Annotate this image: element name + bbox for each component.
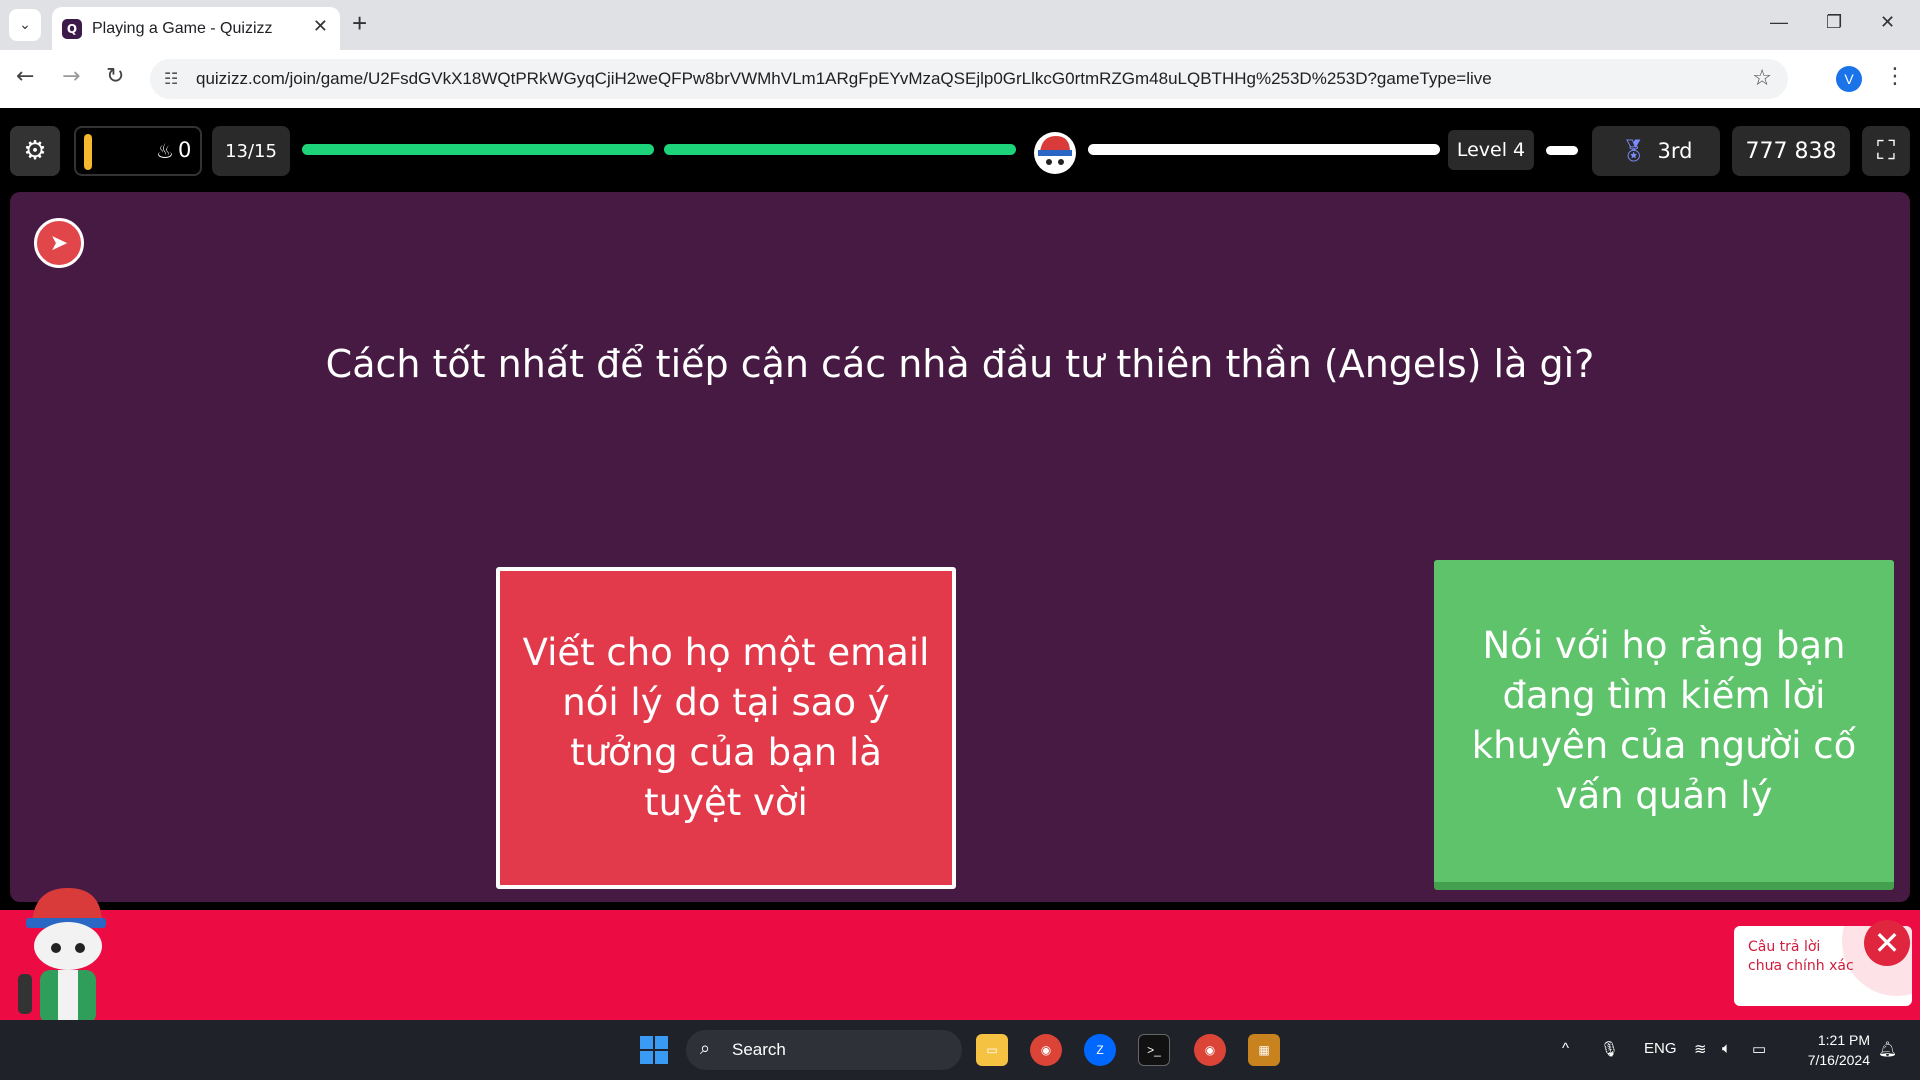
answer-option-correct[interactable]: Nói với họ rằng bạn đang tìm kiếm lời kh… xyxy=(1434,560,1894,890)
answer-option-selected-wrong[interactable]: Viết cho họ một email nói lý do tại sao … xyxy=(496,567,956,889)
question-panel: ➤ Cách tốt nhất để tiếp cận các nhà đầu … xyxy=(10,192,1910,915)
address-bar[interactable]: ☷ quizizz.com/join/game/U2FsdGVkX18WQtPR… xyxy=(150,59,1788,99)
bookmark-star-icon[interactable]: ☆ xyxy=(1752,66,1772,91)
game-header: ⚙ ♨ 0 13/15 Level 4 🏅︎ 3rd 777 838 ⛶ xyxy=(0,108,1920,190)
mascot-character-icon xyxy=(18,874,114,1024)
chrome-icon[interactable]: ◉ xyxy=(1030,1034,1062,1066)
rank-badge: 🏅︎ 3rd xyxy=(1592,126,1720,176)
battery-icon[interactable]: ▭ xyxy=(1752,1040,1766,1058)
powerup-icon[interactable]: ➤ xyxy=(34,218,84,268)
taskbar-search-label: Search xyxy=(732,1040,786,1059)
tab-title: Playing a Game - Quizizz xyxy=(92,19,273,37)
fullscreen-icon[interactable]: ⛶ xyxy=(1862,126,1910,176)
fire-icon: ♨ xyxy=(156,139,174,163)
progress-segment-3 xyxy=(1088,144,1440,155)
question-counter: 13/15 xyxy=(212,126,290,176)
incorrect-feedback-bar xyxy=(0,910,1920,1020)
browser-toolbar: ← → ↻ ☷ quizizz.com/join/game/U2FsdGVkX1… xyxy=(0,50,1920,108)
mascot-avatar-icon xyxy=(1034,132,1076,174)
microphone-icon[interactable]: 🎙︎ xyxy=(1600,1040,1619,1058)
back-arrow-icon[interactable]: ← xyxy=(16,64,34,89)
zalo-icon[interactable]: Z xyxy=(1084,1034,1116,1066)
wrong-x-icon: ✕ xyxy=(1864,920,1910,966)
restore-icon[interactable]: ❐ xyxy=(1826,12,1842,33)
browser-menu-icon[interactable]: ⋮ xyxy=(1884,64,1906,89)
progress-segment-1 xyxy=(302,144,654,155)
streak-meter xyxy=(84,134,92,170)
new-tab-button[interactable]: + xyxy=(352,8,367,39)
medal-icon: 🏅︎ xyxy=(1619,138,1648,164)
browser-tab-bar: ⌄ Q Playing a Game - Quizizz ✕ + — ❐ ✕ xyxy=(0,0,1920,50)
notification-bell-icon[interactable]: 🔔︎ xyxy=(1878,1040,1897,1058)
volume-icon[interactable]: 🔈︎ xyxy=(1722,1040,1731,1057)
terminal-icon[interactable]: >_ xyxy=(1138,1034,1170,1066)
reload-icon[interactable]: ↻ xyxy=(106,64,124,89)
url-text[interactable]: quizizz.com/join/game/U2FsdGVkX18WQtPRkW… xyxy=(196,69,1492,89)
clock-date: 7/16/2024 xyxy=(1807,1052,1870,1068)
level-progress-bar xyxy=(1546,146,1578,155)
language-indicator[interactable]: ENG xyxy=(1644,1040,1677,1057)
taskbar-search[interactable]: ⌕ Search xyxy=(686,1030,962,1070)
clock-time: 1:21 PM xyxy=(1817,1032,1870,1048)
rank-text: 3rd xyxy=(1657,139,1693,163)
tray-chevron-icon[interactable]: ^ xyxy=(1562,1040,1569,1057)
site-settings-icon[interactable]: ☷ xyxy=(164,69,178,88)
browser-tab-active[interactable]: Q Playing a Game - Quizizz ✕ xyxy=(52,7,340,50)
windows-taskbar: ⌕ Search ▭ ◉ Z >_ ◉ ▦ ^ 🎙︎ ENG ≋ 🔈︎ ▭ 1:… xyxy=(0,1020,1920,1080)
feedback-message: Câu trả lời chưa chính xác xyxy=(1748,939,1854,974)
windows-start-icon[interactable] xyxy=(640,1036,668,1064)
search-icon: ⌕ xyxy=(700,1038,711,1059)
tab-close-icon[interactable]: ✕ xyxy=(313,16,328,37)
score-display: 777 838 xyxy=(1732,126,1850,176)
system-clock[interactable]: 1:21 PM 7/16/2024 xyxy=(1790,1030,1870,1070)
wifi-icon[interactable]: ≋ xyxy=(1694,1040,1707,1058)
tab-search-button[interactable]: ⌄ xyxy=(9,9,41,41)
game-app-icon[interactable]: ▦ xyxy=(1248,1034,1280,1066)
streak-count: 0 xyxy=(178,138,192,162)
minimize-icon[interactable]: — xyxy=(1770,12,1788,33)
level-badge: Level 4 xyxy=(1448,130,1534,170)
forward-arrow-icon[interactable]: → xyxy=(62,64,80,89)
settings-gear-icon[interactable]: ⚙ xyxy=(10,126,60,176)
streak-counter: ♨ 0 xyxy=(74,126,202,176)
question-text: Cách tốt nhất để tiếp cận các nhà đầu tư… xyxy=(325,342,1595,386)
chrome-profile-icon[interactable]: ◉ xyxy=(1194,1034,1226,1066)
profile-avatar[interactable]: V xyxy=(1836,66,1862,92)
progress-segment-2 xyxy=(664,144,1016,155)
file-explorer-icon[interactable]: ▭ xyxy=(976,1034,1008,1066)
window-close-icon[interactable]: ✕ xyxy=(1880,12,1895,33)
quizizz-favicon-icon: Q xyxy=(62,18,82,39)
